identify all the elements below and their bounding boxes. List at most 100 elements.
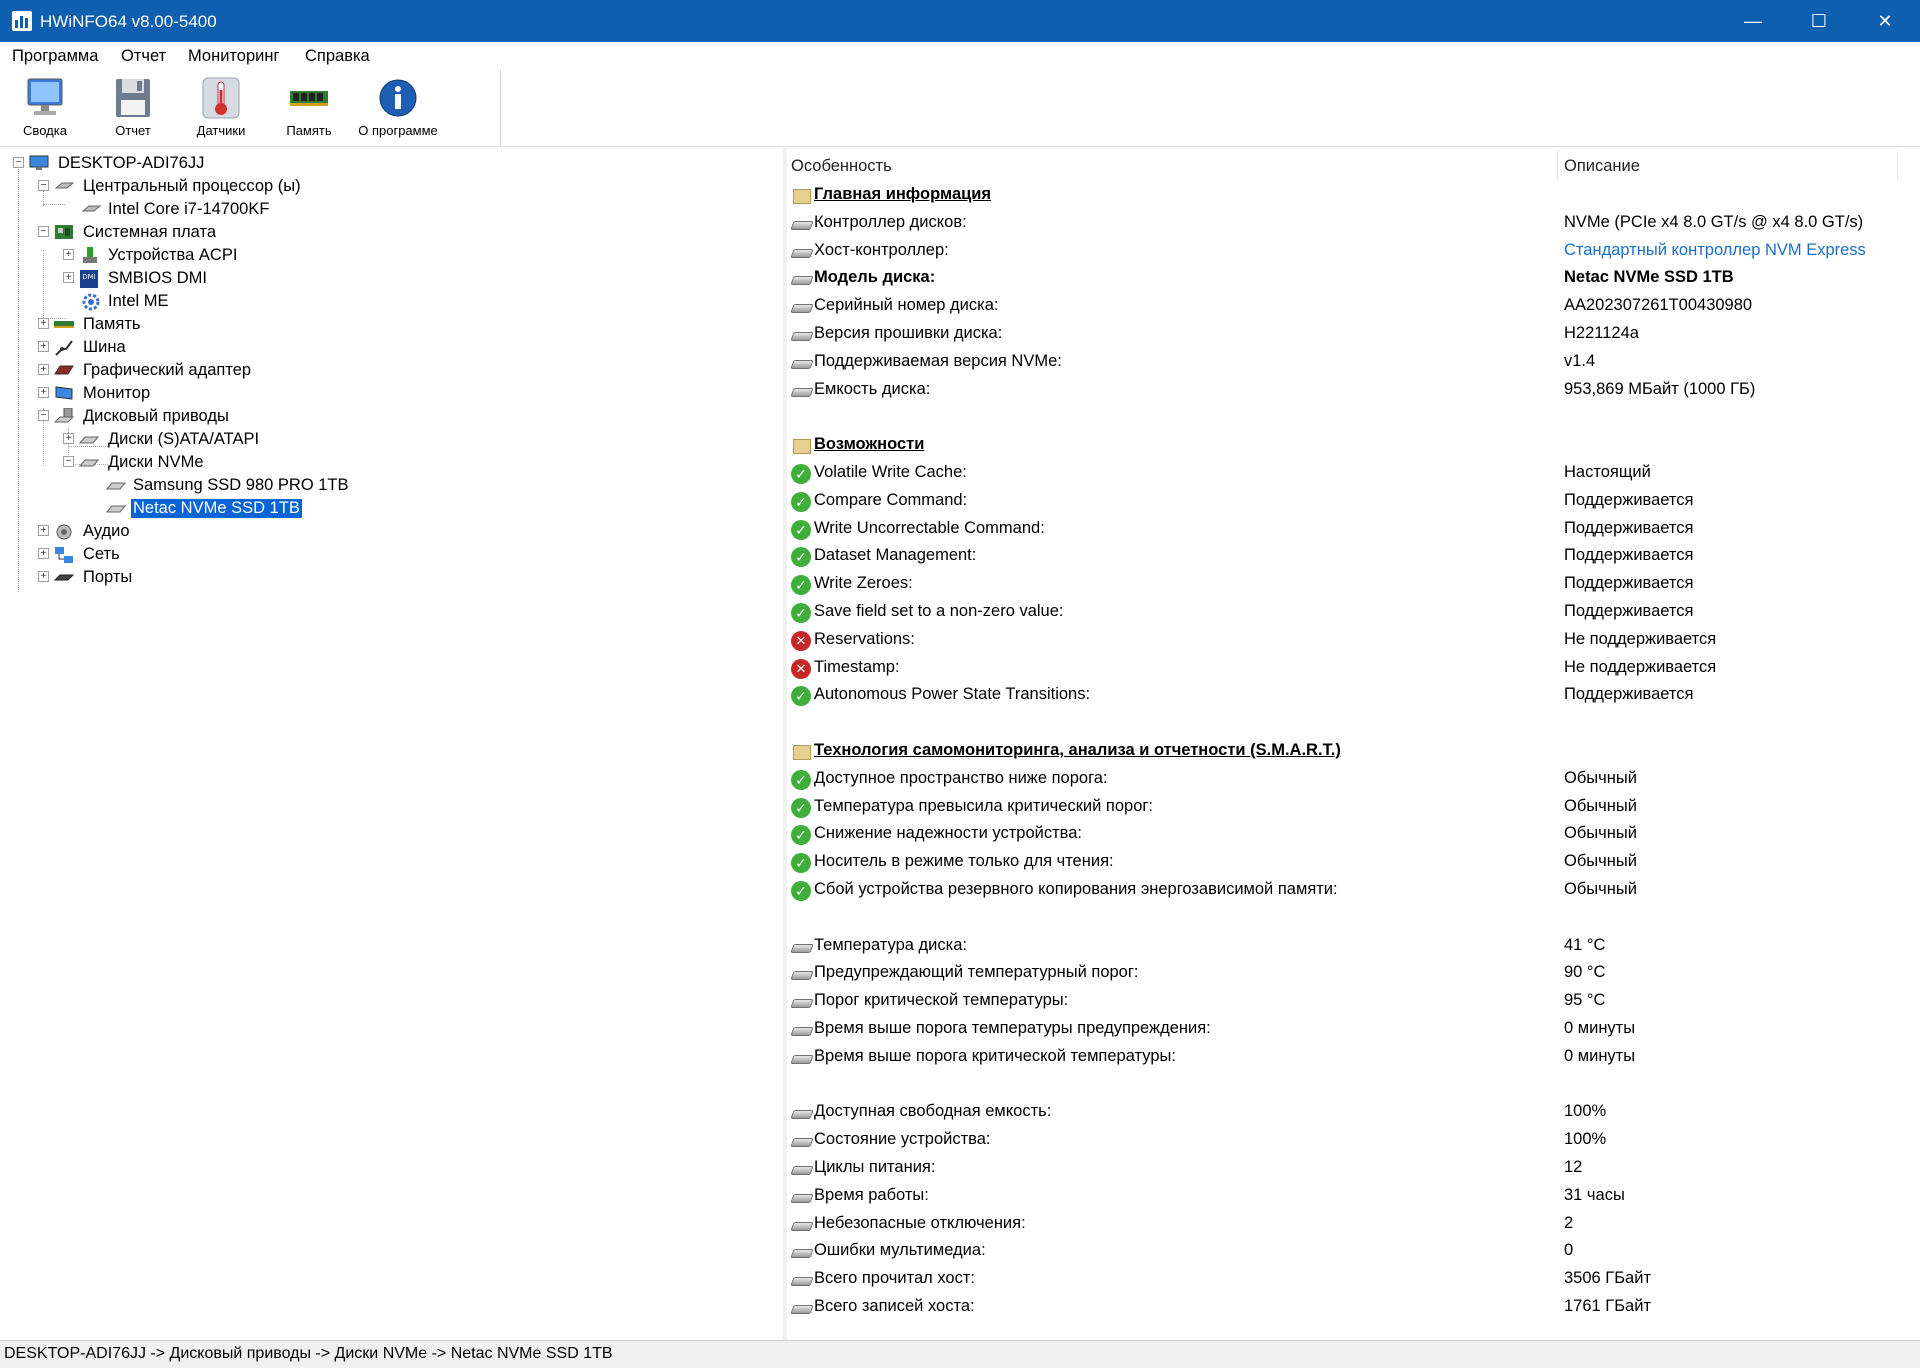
- expand-toggle[interactable]: +: [38, 548, 49, 559]
- maximize-button[interactable]: ☐: [1786, 0, 1852, 42]
- property-row[interactable]: ✕ Reservations: Не поддерживается: [787, 626, 1917, 653]
- tree-label[interactable]: Монитор: [81, 384, 152, 403]
- property-row[interactable]: Хост-контроллер: Стандартный контроллер N…: [787, 237, 1917, 264]
- property-label: Циклы питания:: [814, 1158, 936, 1176]
- column-header-description[interactable]: Описание: [1558, 148, 1918, 182]
- tree-label[interactable]: Системная плата: [81, 223, 218, 242]
- property-row[interactable]: ✓ Compare Command: Поддерживается: [787, 487, 1917, 514]
- property-row[interactable]: Контроллер дисков: NVMe (PCIe x4 8.0 GT/s…: [787, 209, 1917, 236]
- menu-program[interactable]: Программа: [12, 47, 98, 66]
- collapse-toggle[interactable]: −: [38, 410, 49, 421]
- section-header[interactable]: Возможности: [787, 431, 1917, 458]
- tree-label[interactable]: SMBIOS DMI: [106, 269, 209, 288]
- tree-label[interactable]: Intel ME: [106, 292, 171, 311]
- column-header-feature[interactable]: Особенность: [787, 148, 1557, 182]
- property-row[interactable]: Доступная свободная емкость: 100%: [787, 1098, 1917, 1125]
- collapse-toggle[interactable]: −: [38, 180, 49, 191]
- expand-toggle[interactable]: +: [38, 571, 49, 582]
- tree-label[interactable]: Сеть: [81, 545, 122, 564]
- section-header[interactable]: Главная информация: [787, 181, 1917, 208]
- property-row[interactable]: Состояние устройства: 100%: [787, 1126, 1917, 1153]
- tree-label[interactable]: Графический адаптер: [81, 361, 253, 380]
- tree-label[interactable]: Samsung SSD 980 PRO 1TB: [131, 476, 351, 495]
- property-row[interactable]: Время выше порога температуры предупрежд…: [787, 1015, 1917, 1042]
- property-value: H221124a: [1564, 324, 1639, 342]
- close-button[interactable]: ✕: [1852, 0, 1918, 42]
- device-tree[interactable]: − DESKTOP-ADI76JJ − Центральный процессо…: [0, 148, 784, 1340]
- property-value: Обычный: [1564, 880, 1637, 898]
- tree-label-selected[interactable]: Netac NVMe SSD 1TB: [130, 498, 303, 519]
- property-row[interactable]: Емкость диска: 953,869 МБайт (1000 ГБ): [787, 376, 1917, 403]
- property-row[interactable]: ✓ Autonomous Power State Transitions: Подд…: [787, 681, 1917, 708]
- property-row[interactable]: Поддерживаемая версия NVMe: v1.4: [787, 348, 1917, 375]
- property-row[interactable]: ✓ Write Uncorrectable Command: Поддерживае…: [787, 515, 1917, 542]
- property-row[interactable]: Предупреждающий температурный порог: 90 °…: [787, 959, 1917, 986]
- memory-button[interactable]: Память: [268, 72, 350, 144]
- tree-label[interactable]: Intel Core i7-14700KF: [106, 200, 271, 219]
- drive-icon: [790, 1270, 814, 1288]
- monitor-icon: [25, 76, 65, 120]
- property-value: Поддерживается: [1564, 518, 1694, 537]
- property-row[interactable]: ✓ Save field set to a non-zero value: Подд…: [787, 598, 1917, 625]
- property-row[interactable]: Модель диска: Netac NVMe SSD 1TB: [787, 264, 1917, 291]
- tree-label[interactable]: Память: [81, 315, 142, 334]
- collapse-toggle[interactable]: −: [63, 456, 74, 467]
- property-row[interactable]: ✓ Dataset Management: Поддерживается: [787, 542, 1917, 569]
- collapse-toggle[interactable]: −: [13, 157, 24, 168]
- expand-toggle[interactable]: +: [63, 272, 74, 283]
- property-row[interactable]: Всего прочитал хост: 3506 ГБайт: [787, 1265, 1917, 1292]
- property-row[interactable]: ✓ Доступное пространство ниже порога: Обыч…: [787, 765, 1917, 792]
- tree-label[interactable]: Порты: [81, 568, 134, 587]
- menu-report[interactable]: Отчет: [121, 47, 166, 66]
- tree-label[interactable]: Диски NVMe: [106, 453, 206, 472]
- property-row[interactable]: ✓ Сбой устройства резервного копирования …: [787, 876, 1917, 903]
- tree-label[interactable]: Устройства ACPI: [106, 246, 239, 265]
- section-header[interactable]: Технология самомониторинга, анализа и от…: [787, 737, 1917, 764]
- property-row[interactable]: Время выше порога критической температур…: [787, 1043, 1917, 1070]
- drive-icon: [78, 431, 100, 447]
- expand-toggle[interactable]: +: [63, 249, 74, 260]
- property-row[interactable]: ✕ Timestamp: Не поддерживается: [787, 654, 1917, 681]
- column-divider[interactable]: [1897, 150, 1898, 180]
- summary-button[interactable]: Сводка: [4, 72, 86, 144]
- expand-toggle[interactable]: +: [38, 387, 49, 398]
- property-row[interactable]: Версия прошивки диска: H221124a: [787, 320, 1917, 347]
- property-row[interactable]: ✓ Снижение надежности устройства: Обычный: [787, 820, 1917, 847]
- expand-toggle[interactable]: +: [38, 318, 49, 329]
- property-row[interactable]: ✓ Volatile Write Cache: Настоящий: [787, 459, 1917, 486]
- drive-icon: [790, 269, 814, 287]
- property-row[interactable]: Порог критической температуры: 95 °C: [787, 987, 1917, 1014]
- expand-toggle[interactable]: +: [63, 433, 74, 444]
- drive-icon: [790, 1048, 814, 1066]
- monitor-icon: [54, 385, 74, 401]
- tree-label[interactable]: Аудио: [81, 522, 132, 541]
- expand-toggle[interactable]: +: [38, 525, 49, 536]
- property-row[interactable]: ✓ Носитель в режиме только для чтения: Обы…: [787, 848, 1917, 875]
- error-icon: ✕: [791, 658, 811, 679]
- menu-help[interactable]: Справка: [305, 47, 370, 66]
- property-row[interactable]: Небезопасные отключения: 2: [787, 1210, 1917, 1237]
- sensors-button[interactable]: Датчики: [180, 72, 262, 144]
- minimize-button[interactable]: —: [1720, 0, 1786, 42]
- property-row[interactable]: ✓ Write Zeroes: Поддерживается: [787, 570, 1917, 597]
- property-row[interactable]: ✓ Температура превысила критический порог…: [787, 793, 1917, 820]
- property-row[interactable]: Ошибки мультимедиа: 0: [787, 1237, 1917, 1264]
- tree-label[interactable]: DESKTOP-ADI76JJ: [56, 154, 206, 173]
- property-row[interactable]: Всего записей хоста: 1761 ГБайт: [787, 1293, 1917, 1320]
- collapse-toggle[interactable]: −: [38, 226, 49, 237]
- expand-toggle[interactable]: +: [38, 341, 49, 352]
- report-button[interactable]: Отчет: [92, 72, 174, 144]
- property-value: Настоящий: [1564, 463, 1651, 481]
- about-button[interactable]: О программе: [356, 72, 440, 144]
- property-row[interactable]: Температура диска: 41 °C: [787, 932, 1917, 959]
- property-row[interactable]: Время работы: 31 часы: [787, 1182, 1917, 1209]
- tree-label[interactable]: Центральный процессор (ы): [81, 177, 303, 196]
- tree-label[interactable]: Шина: [81, 338, 128, 357]
- tree-label[interactable]: Диски (S)ATA/ATAPI: [106, 430, 261, 449]
- property-value-link[interactable]: Стандартный контроллер NVM Express: [1564, 241, 1866, 260]
- expand-toggle[interactable]: +: [38, 364, 49, 375]
- property-row[interactable]: Циклы питания: 12: [787, 1154, 1917, 1181]
- menu-monitoring[interactable]: Мониторинг: [188, 47, 280, 66]
- property-row[interactable]: Серийный номер диска: AA202307261T0043098…: [787, 292, 1917, 319]
- tree-label[interactable]: Дисковый приводы: [81, 407, 231, 426]
